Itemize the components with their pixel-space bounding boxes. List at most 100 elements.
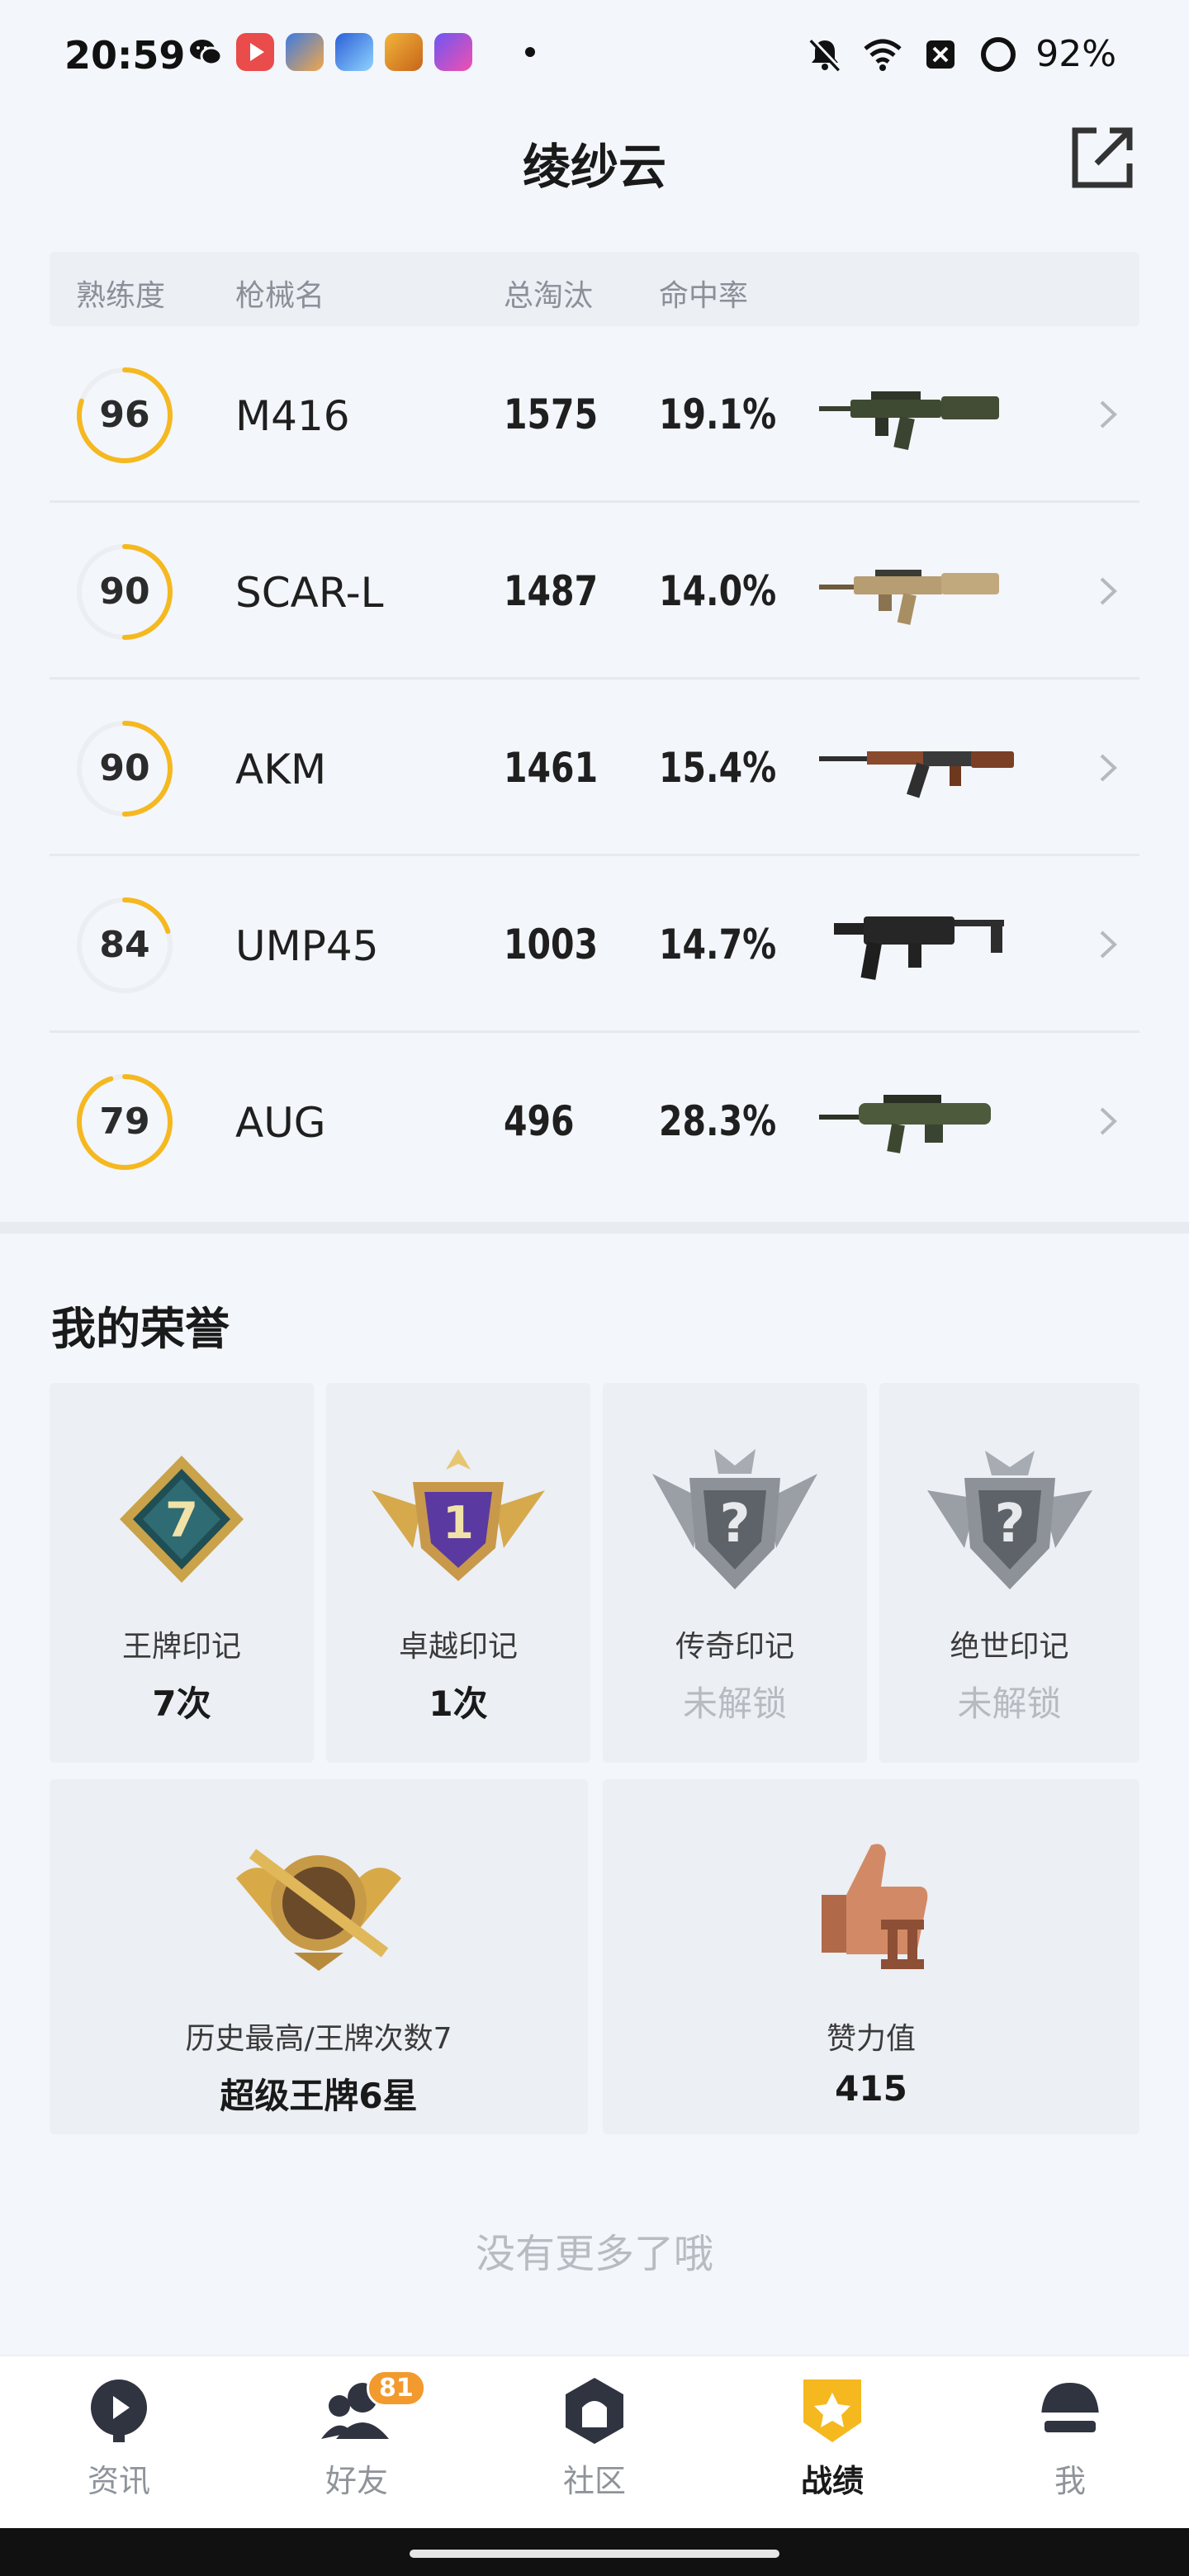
nav-label: 我 xyxy=(1054,2463,1086,2499)
total-kills: 1003 xyxy=(504,921,599,968)
wifi-icon xyxy=(864,39,902,71)
section-divider xyxy=(0,1222,1189,1234)
total-kills: 1575 xyxy=(504,391,599,438)
column-accuracy: 命中率 xyxy=(659,279,749,313)
excellence-mark-badge-icon: 1 xyxy=(372,1449,545,1581)
nav-label: 战绩 xyxy=(800,2463,864,2499)
weapon-table: 96 M416 1575 19.1% 90 SCAR-L 1487 14.0% xyxy=(50,326,1139,1210)
svg-text:?: ? xyxy=(994,1494,1025,1555)
status-time: 20:59 xyxy=(64,33,186,78)
chevron-right-icon xyxy=(1100,930,1117,959)
ump45-smg-image xyxy=(834,916,1004,980)
chevron-right-icon xyxy=(1100,1107,1117,1135)
scar-l-rifle-image xyxy=(819,570,999,625)
accuracy: 15.4% xyxy=(659,744,777,792)
akm-rifle-image xyxy=(819,751,1014,798)
weapon-name: M416 xyxy=(235,392,350,440)
stats-shield-icon xyxy=(803,2379,861,2442)
peace-elite-app-icon xyxy=(385,33,423,71)
column-weapon-name: 枪械名 xyxy=(235,279,325,313)
honor-card-likes[interactable]: 赞力值 415 xyxy=(603,1779,1139,2134)
thumbs-up-trophy-icon xyxy=(822,1844,928,1969)
svg-text:1: 1 xyxy=(443,1497,474,1549)
m416-rifle-image xyxy=(819,391,999,451)
status-indicators: 92% xyxy=(804,33,1116,75)
honor-card-highest-tier[interactable]: 历史最高/王牌次数7 超级王牌6星 xyxy=(50,1779,588,2134)
total-kills: 1487 xyxy=(504,567,599,615)
helmet-profile-icon xyxy=(1041,2383,1099,2432)
honors-section-title: 我的荣誉 xyxy=(51,1303,230,1355)
honor-value: 未解锁 xyxy=(682,1683,787,1724)
honor-label: 绝世印记 xyxy=(950,1630,1069,1664)
legend-mark-locked-badge-icon: ? xyxy=(652,1449,817,1589)
wechat-icon xyxy=(190,40,223,66)
weapon-row-aug[interactable]: 79 AUG 496 28.3% xyxy=(50,1033,1139,1210)
honor-label: 传奇印记 xyxy=(675,1630,794,1664)
weapon-row-ump45[interactable]: 84 UMP45 1003 14.7% xyxy=(50,856,1139,1033)
honor-card-peerless[interactable]: ? 绝世印记 未解锁 xyxy=(879,1383,1139,1763)
mute-icon xyxy=(809,37,842,71)
honor-card-ace[interactable]: 7 王牌印记 7次 xyxy=(50,1383,314,1763)
honor-label: 王牌印记 xyxy=(121,1630,241,1664)
honor-value: 1次 xyxy=(429,1683,488,1724)
accuracy: 14.7% xyxy=(659,921,777,968)
proficiency-value: 90 xyxy=(99,571,150,613)
column-total-kills: 总淘汰 xyxy=(504,279,594,313)
battery-percent: 92% xyxy=(1035,33,1116,75)
weapon-name: AUG xyxy=(235,1099,326,1147)
star-app-icon xyxy=(434,33,472,71)
end-of-list-text: 没有更多了哦 xyxy=(475,2231,713,2277)
weapon-name: SCAR-L xyxy=(235,569,384,617)
video-app-icon xyxy=(236,33,274,71)
honor-card-legend[interactable]: ? 传奇印记 未解锁 xyxy=(603,1383,867,1763)
weapon-row-scar-l[interactable]: 90 SCAR-L 1487 14.0% xyxy=(50,503,1139,680)
weapon-name: UMP45 xyxy=(235,922,379,970)
accuracy: 19.1% xyxy=(659,391,777,438)
chevron-right-icon xyxy=(1100,577,1117,605)
proficiency-value: 90 xyxy=(99,747,150,789)
game-app-icon-2 xyxy=(335,33,373,71)
home-indicator[interactable] xyxy=(410,2550,779,2558)
super-ace-tier-badge-icon xyxy=(236,1849,401,1971)
honor-label: 卓越印记 xyxy=(398,1630,518,1664)
chevron-right-icon xyxy=(1100,754,1117,782)
ace-mark-badge-icon: 7 xyxy=(120,1456,244,1583)
nav-item-stats[interactable]: 战绩 xyxy=(750,2373,915,2501)
nav-item-friends[interactable]: 81 好友 xyxy=(274,2370,439,2501)
weapon-row-m416[interactable]: 96 M416 1575 19.1% xyxy=(50,326,1139,503)
bottom-navigation: 资讯 81 好友 社区 战绩 我 xyxy=(0,2355,1189,2528)
nav-label: 社区 xyxy=(562,2463,626,2499)
peerless-mark-locked-badge-icon: ? xyxy=(926,1451,1092,1589)
accuracy: 14.0% xyxy=(659,567,777,615)
page-title: 绫纱云 xyxy=(522,139,666,195)
more-notifications-dot xyxy=(525,47,535,57)
honor-value: 超级王牌6星 xyxy=(220,2076,418,2116)
honor-value: 7次 xyxy=(152,1683,211,1724)
proficiency-value: 84 xyxy=(99,924,150,966)
proficiency-value: 79 xyxy=(99,1101,150,1143)
accuracy: 28.3% xyxy=(659,1097,777,1145)
system-gesture-bar xyxy=(0,2528,1189,2576)
chevron-right-icon xyxy=(1100,400,1117,429)
total-kills: 1461 xyxy=(504,744,599,792)
svg-text:7: 7 xyxy=(165,1492,198,1548)
news-icon xyxy=(91,2379,147,2442)
share-icon[interactable] xyxy=(1068,124,1136,192)
nav-item-me[interactable]: 我 xyxy=(988,2373,1153,2501)
honor-card-excellence[interactable]: 1 卓越印记 1次 xyxy=(326,1383,590,1763)
friends-notification-badge: 81 xyxy=(367,2370,426,2407)
total-kills: 496 xyxy=(504,1097,575,1145)
honor-label: 历史最高/王牌次数7 xyxy=(185,2022,452,2056)
nav-label: 资讯 xyxy=(87,2463,150,2499)
honor-value: 415 xyxy=(835,2068,907,2109)
weapon-row-akm[interactable]: 90 AKM 1461 15.4% xyxy=(50,680,1139,856)
no-sim-icon xyxy=(926,40,955,69)
nav-label: 好友 xyxy=(324,2463,388,2499)
nav-item-community[interactable]: 社区 xyxy=(512,2373,677,2501)
game-app-icon xyxy=(286,33,324,71)
aug-rifle-image xyxy=(819,1095,991,1153)
notification-icons xyxy=(187,33,535,71)
nav-item-news[interactable]: 资讯 xyxy=(36,2373,201,2501)
honor-label: 赞力值 xyxy=(826,2022,916,2056)
battery-ring-icon xyxy=(981,36,1016,72)
